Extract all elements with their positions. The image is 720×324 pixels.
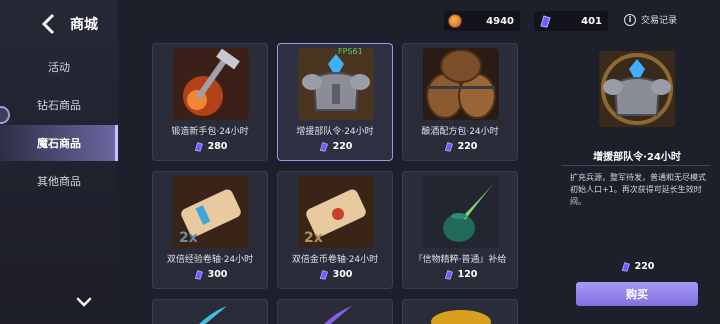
detail-title: 增援部队令·24小时 <box>593 152 681 163</box>
item-name: 增援部队令·24小时 <box>296 127 374 137</box>
magic-stone-icon <box>443 141 454 152</box>
shop-item-token-supply[interactable]: 『信物精粹·普通』补给 120 <box>402 171 518 289</box>
svg-text:2x: 2x <box>304 230 323 246</box>
shop-item-forge-pack[interactable]: 锻造新手包·24小时 280 <box>152 43 268 161</box>
gold-coin-icon <box>448 14 462 28</box>
shop-item-reinforcement[interactable]: FPS61 增援部队令·24小时 220 <box>277 43 393 161</box>
magic-stone-icon <box>193 269 204 280</box>
magic-stone-icon <box>538 14 552 28</box>
scroll-icon: 2x <box>298 176 374 248</box>
armor-knight-icon <box>298 48 374 120</box>
detail-price: 220 <box>576 261 698 272</box>
armor-knight-icon <box>599 51 675 127</box>
trade-log-label: 交易记录 <box>641 16 678 26</box>
shop-item-partial[interactable] <box>402 299 518 324</box>
shop-item-brewing-pack[interactable]: 酿酒配方包·24小时 220 <box>402 43 518 161</box>
sidebar-item-other[interactable]: 其他商品 <box>0 163 118 199</box>
shop-item-gold-scroll[interactable]: 2x 双倍金币卷轴·24小时 300 <box>277 171 393 289</box>
item-price-value: 280 <box>207 141 228 152</box>
item-price: 220 <box>278 141 392 152</box>
detail-price-value: 220 <box>634 261 655 272</box>
item-price: 300 <box>153 269 267 280</box>
fps-counter: FPS61 <box>338 47 363 56</box>
sidebar-item-magic-stone[interactable]: 魔石商品 <box>0 125 118 161</box>
shop-item-partial[interactable] <box>277 299 393 324</box>
feather-ink-icon <box>423 176 499 248</box>
magic-stone-icon <box>193 141 204 152</box>
gem-currency: 401 <box>534 11 608 31</box>
feather-icon <box>199 306 227 324</box>
header-back-row: 商城 <box>38 10 98 38</box>
forge-hammer-icon <box>173 48 249 120</box>
item-price-value: 220 <box>457 141 478 152</box>
magic-stone-icon <box>443 269 454 280</box>
gold-currency: 4940 <box>444 11 520 31</box>
info-icon: i <box>624 13 636 26</box>
chevron-down-icon[interactable] <box>76 294 92 310</box>
category-sidebar: 商城 活动 钻石商品 魔石商品 其他商品 <box>0 0 118 324</box>
item-price: 220 <box>403 141 517 152</box>
scroll-icon: 2x <box>173 176 249 248</box>
magic-stone-icon <box>620 261 631 272</box>
gold-pile-icon <box>431 310 491 324</box>
barrel-icon <box>423 48 499 120</box>
sidebar-item-diamond[interactable]: 钻石商品 <box>0 87 118 123</box>
item-price: 120 <box>403 269 517 280</box>
shop-item-exp-scroll[interactable]: 2x 双倍经验卷轴·24小时 300 <box>152 171 268 289</box>
feather-icon <box>324 306 352 324</box>
item-price-value: 120 <box>457 269 478 280</box>
gem-amount: 401 <box>581 15 602 27</box>
back-arrow-icon[interactable] <box>38 13 60 35</box>
page-title: 商城 <box>70 17 98 33</box>
item-name: 双倍经验卷轴·24小时 <box>166 255 254 265</box>
detail-description: 扩充兵源，整军待发，普通和无尽模式初始人口+1。再次获得可延长生效时间。 <box>570 173 706 206</box>
item-name: 酿酒配方包·24小时 <box>421 127 499 137</box>
sidebar-item-activity[interactable]: 活动 <box>0 49 118 85</box>
item-price: 280 <box>153 141 267 152</box>
item-name: 锻造新手包·24小时 <box>171 127 249 137</box>
shop-item-partial[interactable] <box>152 299 268 324</box>
item-name: 双倍金币卷轴·24小时 <box>291 255 379 265</box>
item-price: 300 <box>278 269 392 280</box>
item-price-value: 300 <box>332 269 353 280</box>
trade-log-link[interactable]: i 交易记录 <box>624 13 677 26</box>
buy-button[interactable]: 购买 <box>576 282 698 306</box>
item-name: 『信物精粹·普通』补给 <box>413 255 507 265</box>
item-price-value: 300 <box>207 269 228 280</box>
magic-stone-icon <box>318 141 329 152</box>
gold-amount: 4940 <box>486 15 514 27</box>
svg-text:2x: 2x <box>179 230 198 246</box>
detail-divider <box>562 165 710 166</box>
item-price-value: 220 <box>332 141 353 152</box>
magic-stone-icon <box>318 269 329 280</box>
